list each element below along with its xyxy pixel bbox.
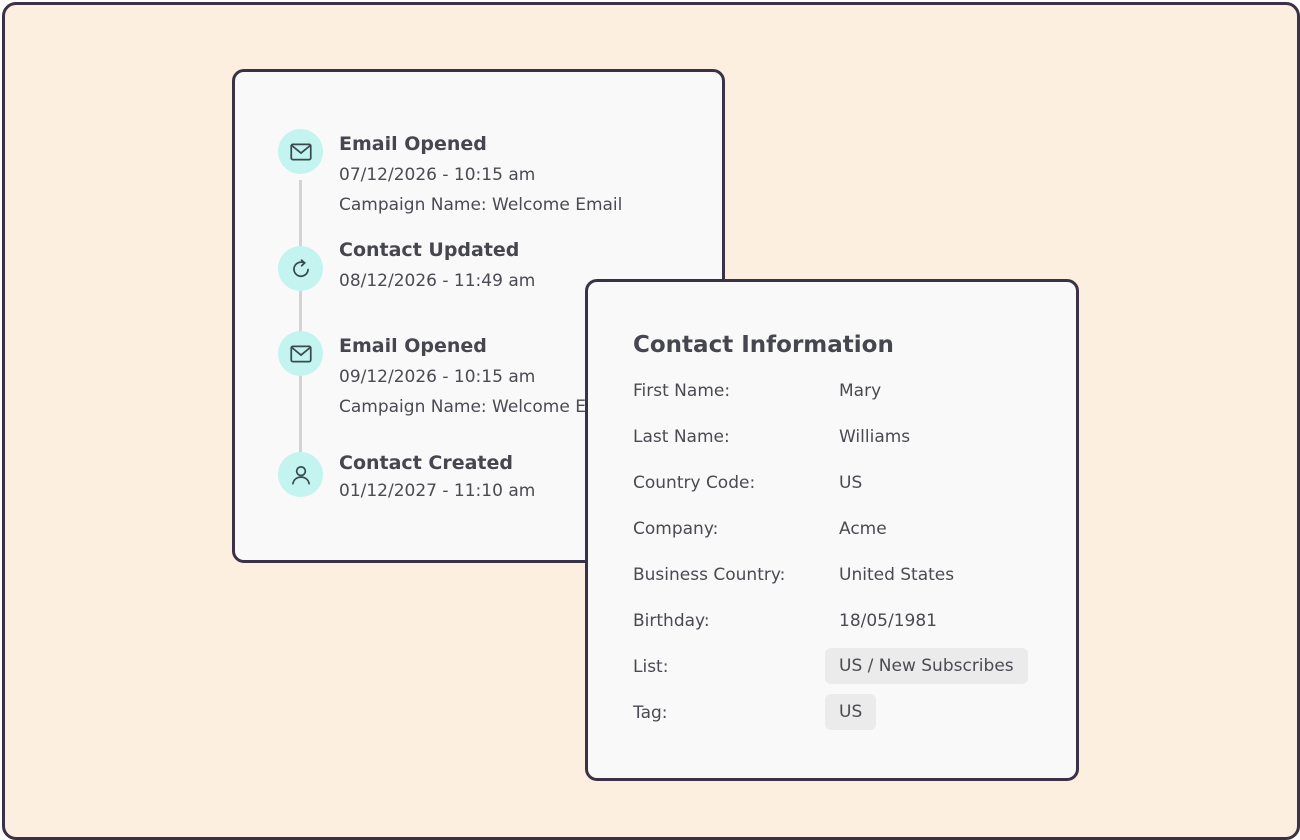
first-name-value: Mary: [839, 381, 882, 401]
timeline-event-date: 09/12/2026 - 10:15 am: [339, 367, 536, 387]
company-value: Acme: [839, 519, 887, 539]
first-name-label: First Name:: [633, 381, 731, 401]
list-pill[interactable]: US / New Subscribes: [825, 648, 1028, 684]
tag-label: Tag:: [633, 703, 668, 723]
timeline-event-date: 01/12/2027 - 11:10 am: [339, 481, 536, 501]
canvas-frame: Email Opened 07/12/2026 - 10:15 am Campa…: [2, 2, 1300, 840]
timeline-event-title: Contact Updated: [339, 239, 520, 261]
user-icon: [278, 452, 323, 497]
business-country-value: United States: [839, 565, 955, 585]
timeline-connector: [299, 180, 302, 464]
timeline-event-date: 07/12/2026 - 10:15 am: [339, 165, 536, 185]
mail-icon: [278, 129, 323, 174]
refresh-icon: [278, 246, 323, 291]
company-label: Company:: [633, 519, 719, 539]
timeline-event-title: Email Opened: [339, 335, 487, 357]
timeline-event-detail: Campaign Name: Welcome Email: [339, 195, 623, 215]
country-code-label: Country Code:: [633, 473, 756, 493]
contact-information-title: Contact Information: [633, 332, 894, 358]
timeline-event-title: Contact Created: [339, 452, 513, 474]
birthday-label: Birthday:: [633, 611, 710, 631]
birthday-value: 18/05/1981: [839, 611, 937, 631]
timeline-event-detail: Campaign Name: Welcome Email: [339, 397, 623, 417]
tag-pill[interactable]: US: [825, 694, 877, 730]
mail-icon: [278, 331, 323, 376]
timeline-event-title: Email Opened: [339, 133, 487, 155]
list-label: List:: [633, 657, 669, 677]
business-country-label: Business Country:: [633, 565, 786, 585]
country-code-value: US: [839, 473, 863, 493]
timeline-event-date: 08/12/2026 - 11:49 am: [339, 271, 536, 291]
last-name-value: Williams: [839, 427, 911, 447]
contact-information-card: Contact Information First Name: Mary Las…: [585, 279, 1079, 781]
last-name-label: Last Name:: [633, 427, 730, 447]
